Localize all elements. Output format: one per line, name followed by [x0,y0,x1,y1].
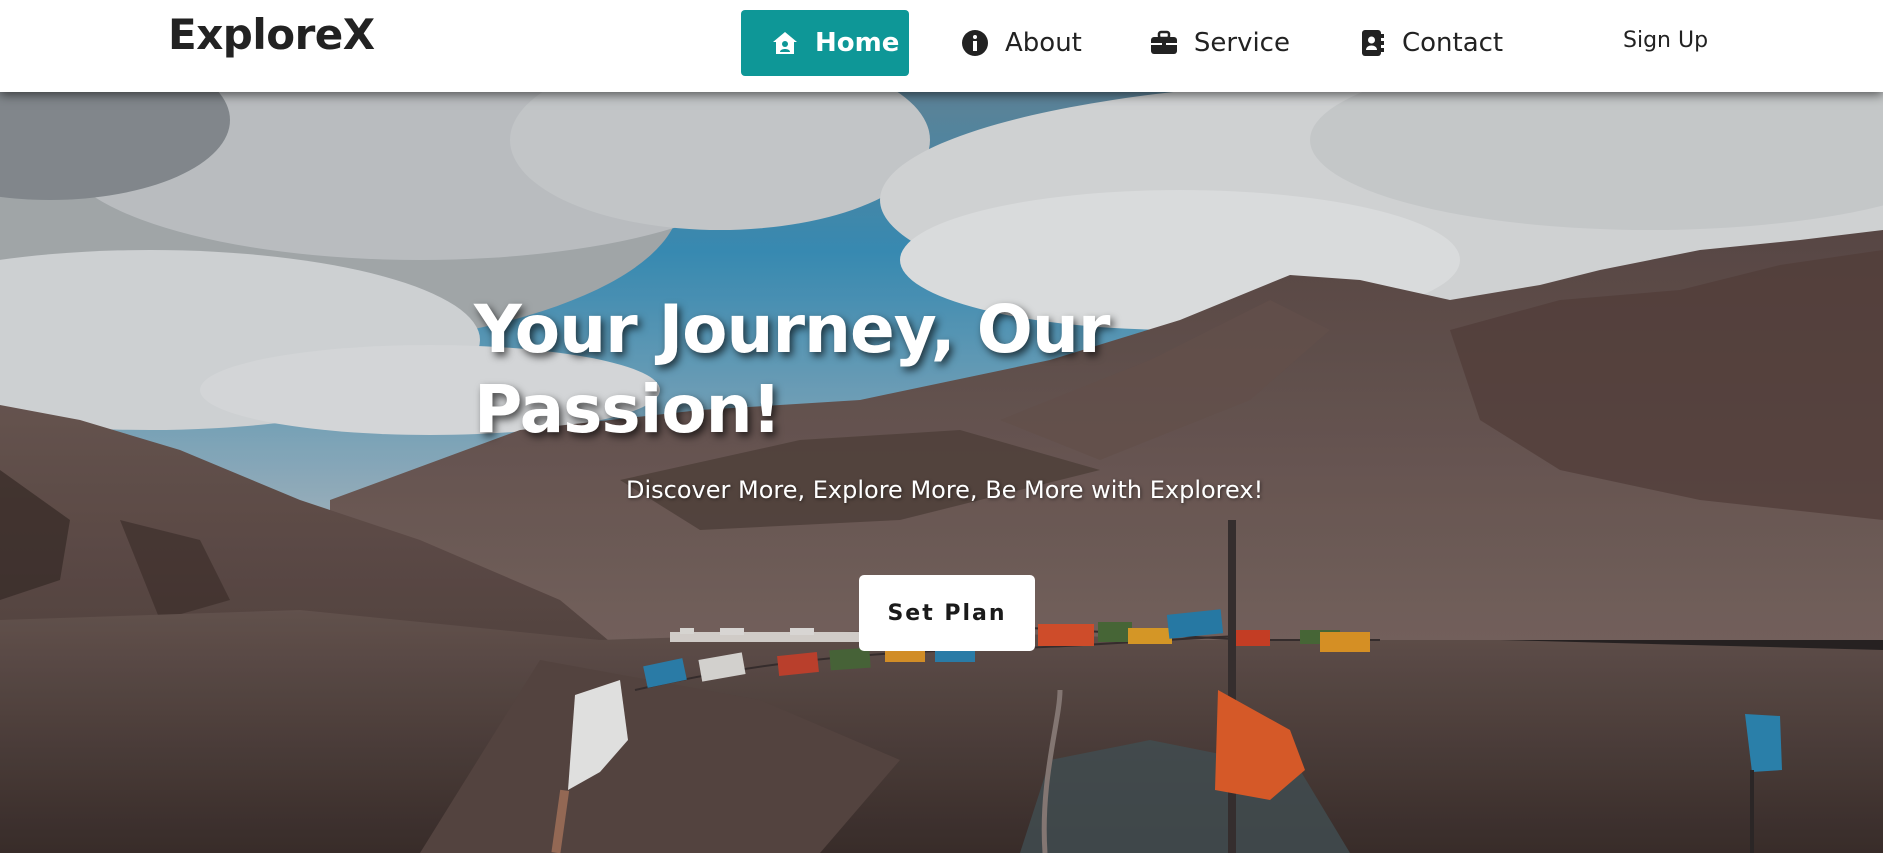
nav-item-contact[interactable]: Contact [1336,10,1525,76]
hero-title: Your Journey, Our Passion! [474,291,1110,448]
nav-item-service[interactable]: Service [1128,10,1312,76]
briefcase-icon [1150,29,1178,57]
brand-logo[interactable]: ExploreX [168,10,375,59]
sign-up-link[interactable]: Sign Up [1623,28,1708,53]
nav-menu: Home About Service Contact [741,10,1525,76]
nav-item-label: Contact [1401,28,1504,58]
nav-item-label: About [1005,28,1082,58]
set-plan-button[interactable]: Set Plan [859,575,1035,651]
hero-subtitle: Discover More, Explore More, Be More wit… [626,476,1264,504]
navbar: ExploreX Home About Service Contact Sign… [0,0,1883,92]
address-book-icon [1358,29,1386,57]
info-circle-icon [961,29,989,57]
nav-item-about[interactable]: About [939,10,1104,76]
nav-item-label: Service [1193,28,1290,58]
house-user-icon [771,29,799,57]
nav-item-home[interactable]: Home [741,10,909,76]
hero-section: Your Journey, Our Passion! Discover More… [0,0,1883,853]
nav-item-label: Home [815,28,900,58]
